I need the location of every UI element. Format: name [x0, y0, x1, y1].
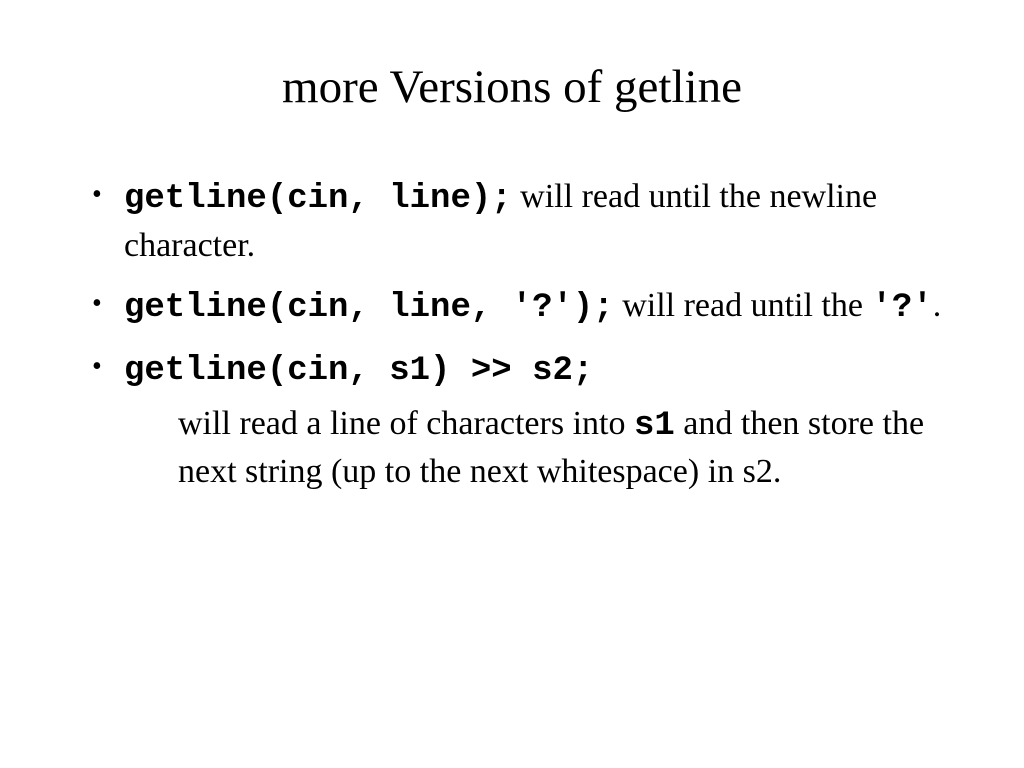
slide-title: more Versions of getline [70, 60, 954, 114]
list-item: getline(cin, line); will read until the … [92, 174, 954, 269]
code-snippet: getline(cin, line); [124, 180, 512, 218]
body-text: . [933, 287, 942, 324]
list-item: getline(cin, line, '?'); will read until… [92, 283, 954, 332]
body-text: will read a line of characters into [178, 405, 634, 442]
code-snippet: getline(cin, line, '?'); [124, 289, 614, 327]
code-inline: s1 [634, 407, 675, 445]
list-item: getline(cin, s1) >> s2; will read a line… [92, 346, 954, 496]
bullet-list: getline(cin, line); will read until the … [70, 174, 954, 495]
code-inline: '?' [871, 289, 932, 327]
code-snippet: getline(cin, s1) >> s2; [124, 352, 593, 390]
body-text: will read until the [614, 287, 872, 324]
sub-paragraph: will read a line of characters into s1 a… [178, 401, 954, 496]
